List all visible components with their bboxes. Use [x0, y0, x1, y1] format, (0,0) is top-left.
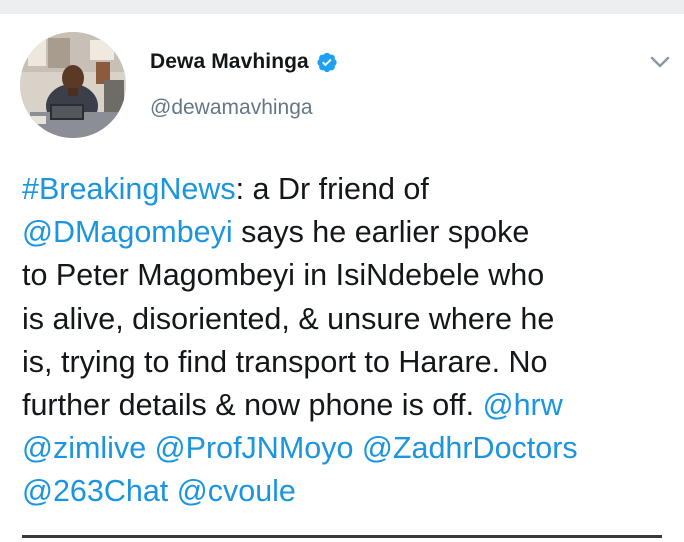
- mention-link[interactable]: @zimlive: [22, 431, 146, 465]
- tweet-text-segment: is alive, disoriented, & unsure where he: [22, 301, 555, 336]
- tweet-line: #BreakingNews: a Dr friend of: [22, 168, 662, 211]
- tweet-line: @zimlive @ProfJNMoyo @ZadhrDoctors: [22, 427, 662, 470]
- tweet-text-segment: to Peter Magombeyi in IsiNdebele who: [22, 258, 545, 293]
- mention-link[interactable]: @ProfJNMoyo: [155, 431, 354, 465]
- tweet-line: is, trying to find transport to Harare. …: [22, 341, 662, 384]
- tweet-line: @DMagombeyi says he earlier spoke: [22, 211, 662, 254]
- tweet-line: to Peter Magombeyi in IsiNdebele who: [22, 254, 662, 297]
- mention-link[interactable]: @hrw: [483, 388, 563, 422]
- top-strip: [0, 0, 684, 14]
- tweet-text-segment: [353, 431, 361, 465]
- tweet-text-segment: [168, 474, 176, 508]
- mention-link[interactable]: @263Chat: [22, 474, 168, 508]
- verified-badge-icon: [316, 51, 338, 73]
- tweet-text-segment: says he earlier spoke: [232, 215, 530, 250]
- mention-link[interactable]: @cvoule: [177, 474, 296, 508]
- author-block[interactable]: Dewa Mavhinga: [150, 50, 338, 74]
- hashtag-link[interactable]: #BreakingNews: [22, 172, 236, 206]
- tweet-text: #BreakingNews: a Dr friend of @DMagombeyi…: [22, 168, 662, 514]
- display-name[interactable]: Dewa Mavhinga: [150, 50, 309, 74]
- tweet-text-segment: [146, 431, 154, 465]
- tweet-card: Dewa Mavhinga @dewamavhinga #BreakingNew…: [0, 0, 684, 542]
- tweet-text-segment: further details & now phone is off.: [22, 387, 483, 422]
- tweet-line: is alive, disoriented, & unsure where he: [22, 298, 662, 341]
- mention-link[interactable]: @DMagombeyi: [22, 215, 233, 249]
- avatar[interactable]: [20, 32, 126, 138]
- chevron-down-icon[interactable]: [648, 50, 672, 74]
- tweet-text-segment: : a Dr friend of: [235, 172, 429, 206]
- author-handle[interactable]: @dewamavhinga: [150, 96, 313, 120]
- tweet-line: further details & now phone is off. @hrw: [22, 384, 662, 427]
- tweet-line: @263Chat @cvoule: [22, 470, 662, 513]
- mention-link[interactable]: @ZadhrDoctors: [362, 431, 578, 465]
- tweet-text-segment: is, trying to find transport to Harare. …: [22, 344, 548, 379]
- divider: [22, 535, 662, 538]
- avatar-photo: [20, 32, 126, 138]
